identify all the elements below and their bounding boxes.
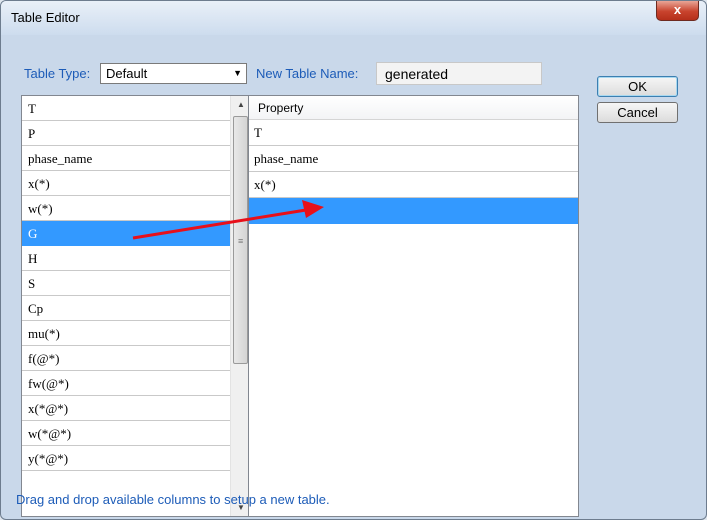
- drag-arrow-icon: [132, 200, 324, 240]
- status-hint: Drag and drop available columns to setup…: [16, 492, 330, 507]
